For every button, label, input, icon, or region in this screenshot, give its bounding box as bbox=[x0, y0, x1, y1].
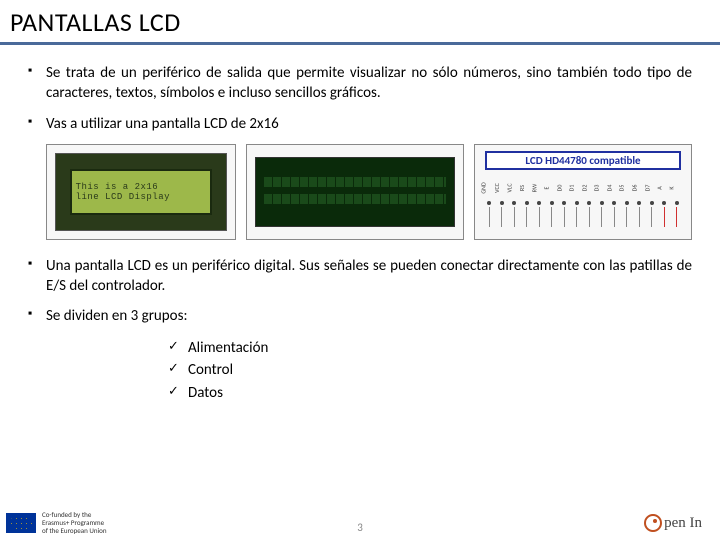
cofund-text: Co-funded by the Erasmus+ Programme of t… bbox=[42, 511, 107, 534]
footer-left: Co-funded by the Erasmus+ Programme of t… bbox=[6, 511, 107, 534]
lcd-line-2: line LCD Display bbox=[76, 192, 207, 202]
eu-flag-icon bbox=[6, 513, 36, 533]
page-number: 3 bbox=[357, 521, 363, 534]
group-1: Alimentación bbox=[168, 337, 692, 360]
group-3: Datos bbox=[168, 382, 692, 405]
bullet-1: Se trata de un periférico de salida que … bbox=[28, 63, 692, 104]
group-2: Control bbox=[168, 359, 692, 382]
lcd-photo-1: This is a 2x16 line LCD Display bbox=[46, 144, 236, 240]
pinout-pins: GNDVCCVLCRSRWED0D1D2D3D4D5D6D7AK bbox=[483, 179, 683, 227]
logo-circle-icon bbox=[644, 514, 662, 532]
bullet-2: Vas a utilizar una pantalla LCD de 2x16 bbox=[28, 114, 692, 134]
lcd-photo-2 bbox=[246, 144, 464, 240]
title-divider bbox=[0, 42, 720, 45]
openin-logo: pen In bbox=[644, 514, 702, 532]
images-row: This is a 2x16 line LCD Display LCD HD44… bbox=[46, 144, 692, 240]
pin-K: K bbox=[671, 179, 683, 227]
content-area: Se trata de un periférico de salida que … bbox=[0, 63, 720, 404]
lcd-pinout-diagram: LCD HD44780 compatible GNDVCCVLCRSRWED0D… bbox=[474, 144, 692, 240]
bullet-4: Se dividen en 3 grupos: bbox=[28, 306, 692, 326]
footer: Co-funded by the Erasmus+ Programme of t… bbox=[0, 506, 720, 540]
pinout-title: LCD HD44780 compatible bbox=[485, 151, 681, 170]
bullet-3: Una pantalla LCD es un periférico digita… bbox=[28, 256, 692, 297]
lcd-line-1: This is a 2x16 bbox=[76, 182, 207, 192]
groups-list: Alimentación Control Datos bbox=[168, 337, 692, 405]
page-title: PANTALLAS LCD bbox=[0, 0, 720, 42]
